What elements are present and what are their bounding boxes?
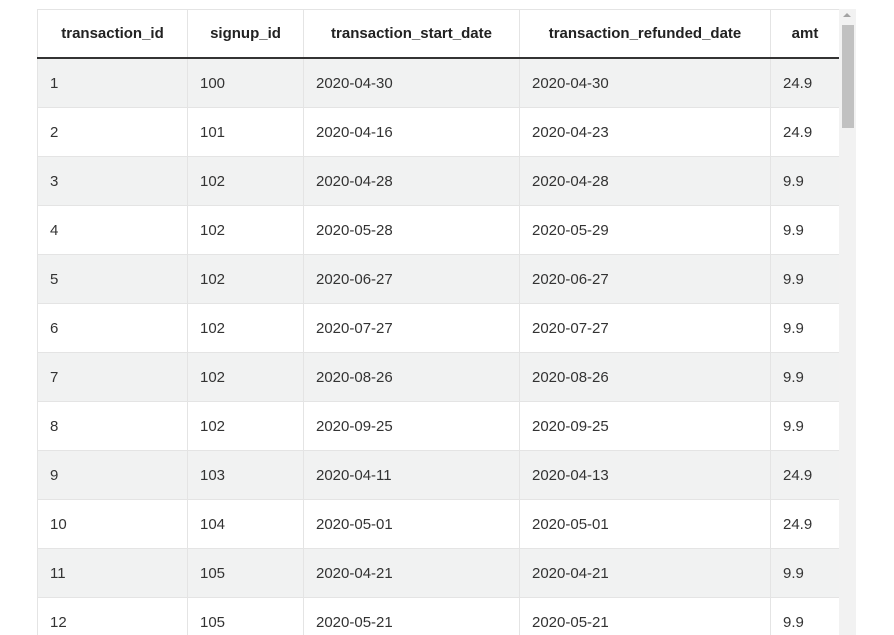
vertical-scrollbar[interactable] — [839, 9, 856, 635]
table-row: 7 102 2020-08-26 2020-08-26 9.9 — [37, 352, 840, 402]
cell-transaction-refunded-date: 2020-09-25 — [519, 401, 771, 451]
cell-transaction-start-date: 2020-05-28 — [303, 205, 520, 255]
cell-amt: 9.9 — [770, 303, 840, 353]
cell-transaction-id: 1 — [37, 58, 188, 108]
cell-transaction-start-date: 2020-04-11 — [303, 450, 520, 500]
cell-transaction-id: 4 — [37, 205, 188, 255]
scroll-up-arrow-icon[interactable] — [843, 13, 851, 17]
cell-transaction-id: 12 — [37, 597, 188, 635]
cell-transaction-id: 5 — [37, 254, 188, 304]
table-row: 5 102 2020-06-27 2020-06-27 9.9 — [37, 254, 840, 304]
cell-transaction-start-date: 2020-08-26 — [303, 352, 520, 402]
cell-signup-id: 102 — [187, 352, 304, 402]
scrollbar-thumb[interactable] — [842, 25, 854, 128]
table-row: 1 100 2020-04-30 2020-04-30 24.9 — [37, 58, 840, 108]
cell-transaction-id: 9 — [37, 450, 188, 500]
cell-transaction-id: 6 — [37, 303, 188, 353]
cell-transaction-id: 10 — [37, 499, 188, 549]
cell-transaction-start-date: 2020-04-21 — [303, 548, 520, 598]
cell-signup-id: 102 — [187, 401, 304, 451]
cell-transaction-start-date: 2020-05-01 — [303, 499, 520, 549]
cell-signup-id: 102 — [187, 254, 304, 304]
table-row: 11 105 2020-04-21 2020-04-21 9.9 — [37, 548, 840, 598]
cell-transaction-refunded-date: 2020-06-27 — [519, 254, 771, 304]
cell-transaction-id: 11 — [37, 548, 188, 598]
cell-amt: 9.9 — [770, 401, 840, 451]
cell-transaction-start-date: 2020-04-30 — [303, 58, 520, 108]
cell-amt: 24.9 — [770, 450, 840, 500]
cell-transaction-start-date: 2020-04-16 — [303, 107, 520, 157]
column-header-amt[interactable]: amt — [770, 9, 840, 59]
cell-transaction-refunded-date: 2020-04-13 — [519, 450, 771, 500]
table-row: 9 103 2020-04-11 2020-04-13 24.9 — [37, 450, 840, 500]
table-row: 4 102 2020-05-28 2020-05-29 9.9 — [37, 205, 840, 255]
table-row: 8 102 2020-09-25 2020-09-25 9.9 — [37, 401, 840, 451]
cell-amt: 9.9 — [770, 254, 840, 304]
cell-transaction-start-date: 2020-05-21 — [303, 597, 520, 635]
cell-amt: 9.9 — [770, 352, 840, 402]
cell-transaction-refunded-date: 2020-05-21 — [519, 597, 771, 635]
data-table: transaction_id signup_id transaction_start… — [37, 9, 840, 635]
cell-signup-id: 101 — [187, 107, 304, 157]
cell-transaction-refunded-date: 2020-04-21 — [519, 548, 771, 598]
cell-transaction-start-date: 2020-06-27 — [303, 254, 520, 304]
cell-transaction-id: 2 — [37, 107, 188, 157]
table-row: 6 102 2020-07-27 2020-07-27 9.9 — [37, 303, 840, 353]
cell-transaction-id: 8 — [37, 401, 188, 451]
table-header-row: transaction_id signup_id transaction_start… — [37, 9, 840, 59]
cell-signup-id: 102 — [187, 156, 304, 206]
cell-amt: 9.9 — [770, 156, 840, 206]
cell-amt: 24.9 — [770, 107, 840, 157]
cell-amt: 9.9 — [770, 597, 840, 635]
column-header-signup-id[interactable]: signup_id — [187, 9, 304, 59]
cell-amt: 9.9 — [770, 205, 840, 255]
cell-transaction-refunded-date: 2020-05-29 — [519, 205, 771, 255]
cell-signup-id: 100 — [187, 58, 304, 108]
table-row: 3 102 2020-04-28 2020-04-28 9.9 — [37, 156, 840, 206]
cell-signup-id: 104 — [187, 499, 304, 549]
column-header-transaction-start-date[interactable]: transaction_start_date — [303, 9, 520, 59]
cell-transaction-refunded-date: 2020-04-23 — [519, 107, 771, 157]
cell-transaction-id: 3 — [37, 156, 188, 206]
cell-transaction-start-date: 2020-07-27 — [303, 303, 520, 353]
cell-transaction-refunded-date: 2020-05-01 — [519, 499, 771, 549]
cell-transaction-refunded-date: 2020-08-26 — [519, 352, 771, 402]
cell-transaction-start-date: 2020-04-28 — [303, 156, 520, 206]
cell-signup-id: 105 — [187, 548, 304, 598]
cell-transaction-id: 7 — [37, 352, 188, 402]
column-header-transaction-id[interactable]: transaction_id — [37, 9, 188, 59]
cell-signup-id: 103 — [187, 450, 304, 500]
cell-signup-id: 105 — [187, 597, 304, 635]
cell-signup-id: 102 — [187, 205, 304, 255]
cell-signup-id: 102 — [187, 303, 304, 353]
cell-transaction-refunded-date: 2020-04-30 — [519, 58, 771, 108]
data-table-container: transaction_id signup_id transaction_start… — [37, 9, 856, 635]
cell-amt: 24.9 — [770, 58, 840, 108]
cell-transaction-refunded-date: 2020-07-27 — [519, 303, 771, 353]
table-row: 2 101 2020-04-16 2020-04-23 24.9 — [37, 107, 840, 157]
column-header-transaction-refunded-date[interactable]: transaction_refunded_date — [519, 9, 771, 59]
cell-transaction-start-date: 2020-09-25 — [303, 401, 520, 451]
cell-transaction-refunded-date: 2020-04-28 — [519, 156, 771, 206]
table-row: 10 104 2020-05-01 2020-05-01 24.9 — [37, 499, 840, 549]
cell-amt: 24.9 — [770, 499, 840, 549]
table-row: 12 105 2020-05-21 2020-05-21 9.9 — [37, 597, 840, 635]
cell-amt: 9.9 — [770, 548, 840, 598]
